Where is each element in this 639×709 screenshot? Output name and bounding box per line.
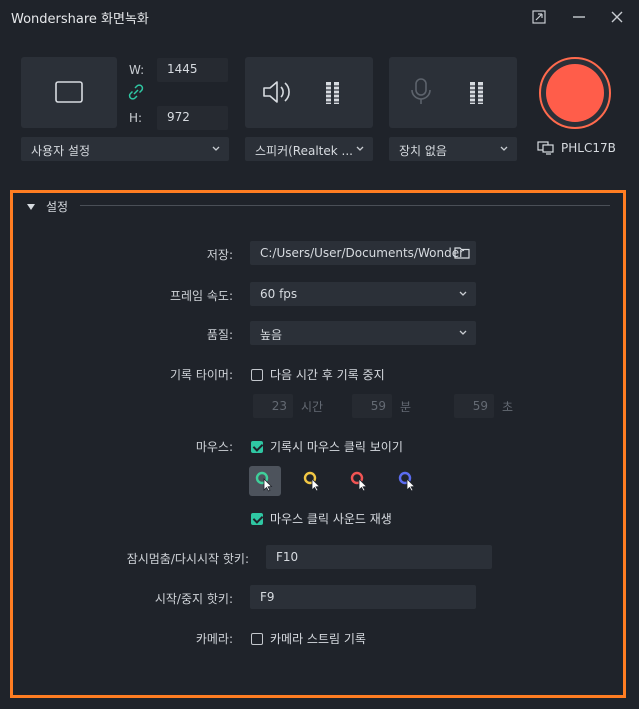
microphone-panel (389, 57, 517, 128)
timer-hours-input[interactable]: 23 (253, 394, 293, 418)
mouse-label: 마우스: (195, 440, 233, 454)
timer-checkbox[interactable] (251, 368, 263, 381)
microphone-dropdown-value: 장치 없음 (399, 144, 447, 158)
speaker-panel (245, 57, 373, 128)
camera-checkbox-row[interactable]: 카메라 스트림 기록 (251, 630, 366, 647)
settings-section-toggle[interactable]: 설정 (26, 198, 68, 215)
close-icon (611, 11, 623, 23)
chevron-down-icon (459, 330, 467, 335)
mouse-click-sound-label: 마우스 클릭 사운드 재생 (270, 512, 392, 526)
speaker-icon[interactable] (261, 78, 293, 106)
timer-label: 기록 타이머: (169, 368, 233, 382)
settings-section-title: 설정 (46, 200, 69, 214)
cursor-red-option[interactable] (344, 466, 376, 496)
microphone-dropdown[interactable]: 장치 없음 (389, 137, 517, 161)
pause-hotkey-input[interactable]: F10 (266, 545, 492, 569)
record-button[interactable] (539, 57, 611, 129)
cursor-yellow-option[interactable] (297, 466, 329, 496)
save-path-value: C:/Users/User/Documents/Wonder (260, 246, 465, 260)
microphone-level-icon (469, 82, 485, 104)
link-aspect-icon[interactable] (128, 84, 144, 103)
mouse-show-clicks-row[interactable]: 기록시 마우스 클릭 보이기 (251, 438, 403, 455)
mouse-click-sound-row[interactable]: 마우스 클릭 사운드 재생 (251, 510, 392, 527)
speaker-dropdown[interactable]: 스피커(Realtek ... (245, 137, 373, 161)
chevron-down-icon (212, 146, 220, 151)
chevron-down-icon (500, 146, 508, 151)
width-input[interactable]: 1445 (157, 58, 228, 82)
framerate-label: 프레임 속도: (169, 289, 233, 303)
timer-seconds-unit: 초 (502, 400, 514, 414)
save-label: 저장: (206, 248, 233, 262)
start-hotkey-input[interactable]: F9 (250, 585, 476, 609)
record-dot (546, 64, 604, 122)
section-divider (80, 205, 610, 206)
framerate-dropdown[interactable]: 60 fps (250, 282, 476, 306)
rectangle-region-icon (55, 81, 83, 103)
mouse-show-clicks-label: 기록시 마우스 클릭 보이기 (270, 440, 403, 454)
region-dropdown-value: 사용자 설정 (31, 144, 91, 158)
speaker-level-icon (325, 82, 341, 104)
width-label: W: (129, 63, 145, 77)
timer-checkbox-label: 다음 시간 후 기록 중지 (270, 368, 385, 382)
framerate-value: 60 fps (260, 287, 298, 301)
height-label: H: (129, 111, 143, 125)
quality-value: 높음 (260, 328, 283, 342)
cursor-blue-option[interactable] (392, 466, 424, 496)
timer-checkbox-row[interactable]: 다음 시간 후 기록 중지 (251, 366, 385, 383)
start-hotkey-label: 시작/중지 핫키: (154, 592, 233, 606)
cursor-click-red-icon (350, 471, 368, 492)
quality-label: 품질: (206, 328, 233, 342)
mouse-show-clicks-checkbox[interactable] (251, 440, 263, 453)
minimize-icon (573, 16, 585, 18)
timer-minutes-unit: 분 (400, 400, 412, 414)
window-title: Wondershare 화면녹화 (11, 12, 149, 27)
timer-hours-unit: 시간 (301, 400, 324, 414)
folder-icon[interactable] (454, 246, 470, 259)
chevron-down-icon (356, 146, 364, 151)
restore-button[interactable] (528, 6, 550, 28)
chevron-down-icon (459, 291, 467, 296)
cursor-green-option[interactable] (249, 466, 281, 496)
triangle-down-icon (27, 203, 35, 210)
pause-hotkey-label: 잠시멈춤/다시시작 핫키: (126, 552, 249, 566)
region-select-button[interactable] (21, 57, 117, 128)
microphone-icon[interactable] (409, 77, 433, 107)
timer-seconds-input[interactable]: 59 (454, 394, 494, 418)
height-input[interactable]: 972 (157, 106, 228, 130)
timer-minutes-input[interactable]: 59 (352, 394, 392, 418)
mouse-click-sound-checkbox[interactable] (251, 512, 263, 525)
monitor-select[interactable]: PHLC17B (537, 141, 616, 155)
camera-checkbox-label: 카메라 스트림 기록 (270, 632, 366, 646)
quality-dropdown[interactable]: 높음 (250, 321, 476, 345)
region-dropdown[interactable]: 사용자 설정 (21, 137, 229, 161)
monitor-icon (537, 141, 554, 155)
cursor-click-green-icon (255, 471, 273, 492)
camera-checkbox[interactable] (251, 632, 263, 645)
minimize-button[interactable] (568, 6, 590, 28)
cursor-click-blue-icon (398, 471, 416, 492)
save-path-input[interactable]: C:/Users/User/Documents/Wonder (250, 241, 476, 265)
camera-label: 카메라: (195, 632, 233, 646)
cursor-click-yellow-icon (303, 471, 321, 492)
speaker-dropdown-value: 스피커(Realtek ... (255, 144, 353, 158)
monitor-name: PHLC17B (561, 141, 616, 155)
close-button[interactable] (606, 6, 628, 28)
restore-icon (532, 10, 546, 24)
title-bar: Wondershare 화면녹화 (0, 0, 639, 34)
